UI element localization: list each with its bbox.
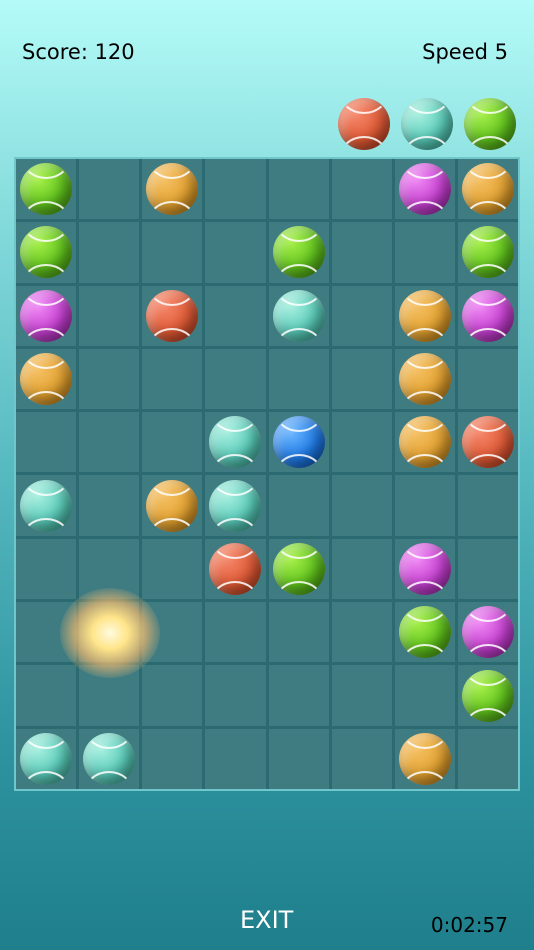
board-cell[interactable] [79, 475, 140, 536]
board-cell[interactable] [205, 728, 266, 789]
board-cell[interactable] [79, 412, 140, 473]
ball-teal[interactable] [272, 289, 325, 342]
board-cell[interactable] [16, 602, 77, 663]
board-cell[interactable] [268, 412, 329, 473]
ball-orange[interactable] [398, 416, 451, 469]
ball-blue[interactable] [272, 416, 325, 469]
board-cell[interactable] [142, 538, 203, 600]
board-cell[interactable] [331, 602, 392, 663]
board-cell[interactable] [457, 475, 518, 536]
board-cell[interactable] [394, 602, 455, 663]
board-cell[interactable] [16, 728, 77, 789]
board-cell[interactable] [457, 728, 518, 789]
board-cell[interactable] [142, 602, 203, 663]
board-cell[interactable] [79, 538, 140, 600]
ball-teal[interactable] [20, 479, 73, 532]
ball-orange[interactable] [398, 732, 451, 785]
ball-red[interactable] [461, 416, 514, 469]
ball-orange[interactable] [20, 353, 73, 406]
ball-red[interactable] [146, 289, 199, 342]
board-cell[interactable] [331, 285, 392, 346]
board-cell[interactable] [142, 348, 203, 410]
board-cell[interactable] [205, 285, 266, 346]
ball-teal[interactable] [20, 732, 73, 785]
exit-button[interactable]: EXIT [240, 906, 293, 934]
board-cell[interactable] [268, 602, 329, 663]
ball-orange[interactable] [146, 479, 199, 532]
board-cell[interactable] [331, 412, 392, 473]
board-cell[interactable] [79, 728, 140, 789]
board-cell[interactable] [457, 285, 518, 346]
board-cell[interactable] [268, 665, 329, 726]
game-timer: 0:02:57 [430, 913, 508, 937]
ball-green[interactable] [272, 542, 325, 595]
board-cell[interactable] [394, 412, 455, 473]
score-label: Score: 120 [22, 40, 135, 64]
board-cell[interactable] [205, 159, 266, 220]
board-cell[interactable] [394, 728, 455, 789]
ball-teal[interactable] [83, 732, 136, 785]
board-cell[interactable] [142, 728, 203, 789]
board-cell[interactable] [16, 475, 77, 536]
board-cell[interactable] [457, 665, 518, 726]
board-cell[interactable] [268, 728, 329, 789]
board-cell[interactable] [331, 222, 392, 283]
board-cell[interactable] [79, 222, 140, 283]
board-cell[interactable] [268, 285, 329, 346]
ball-red[interactable] [209, 542, 262, 595]
board-cell[interactable] [142, 285, 203, 346]
board-cell[interactable] [79, 602, 140, 663]
board-cell[interactable] [331, 348, 392, 410]
ball-green[interactable] [461, 669, 514, 722]
ball-orange[interactable] [146, 163, 199, 216]
board-cell[interactable] [79, 285, 140, 346]
ball-green[interactable] [398, 606, 451, 659]
board-cell[interactable] [394, 159, 455, 220]
board-cell[interactable] [142, 475, 203, 536]
game-board [14, 157, 520, 791]
board-cell[interactable] [331, 159, 392, 220]
board-cell[interactable] [331, 475, 392, 536]
board-cell[interactable] [331, 728, 392, 789]
board-cell[interactable] [205, 538, 266, 600]
ball-purple[interactable] [398, 163, 451, 216]
board-cell[interactable] [79, 159, 140, 220]
board-cell[interactable] [16, 538, 77, 600]
board-cell[interactable] [142, 665, 203, 726]
board-cell[interactable] [457, 412, 518, 473]
board-cell[interactable] [79, 348, 140, 410]
next-ball-red [338, 98, 390, 150]
board-cell[interactable] [268, 538, 329, 600]
board-cell[interactable] [331, 538, 392, 600]
board-cell[interactable] [205, 665, 266, 726]
board-cell[interactable] [16, 348, 77, 410]
board-cell[interactable] [205, 602, 266, 663]
board-cell[interactable] [205, 222, 266, 283]
board-cell[interactable] [331, 665, 392, 726]
ball-purple[interactable] [461, 289, 514, 342]
speed-label: Speed 5 [422, 40, 508, 64]
board-cell[interactable] [142, 159, 203, 220]
